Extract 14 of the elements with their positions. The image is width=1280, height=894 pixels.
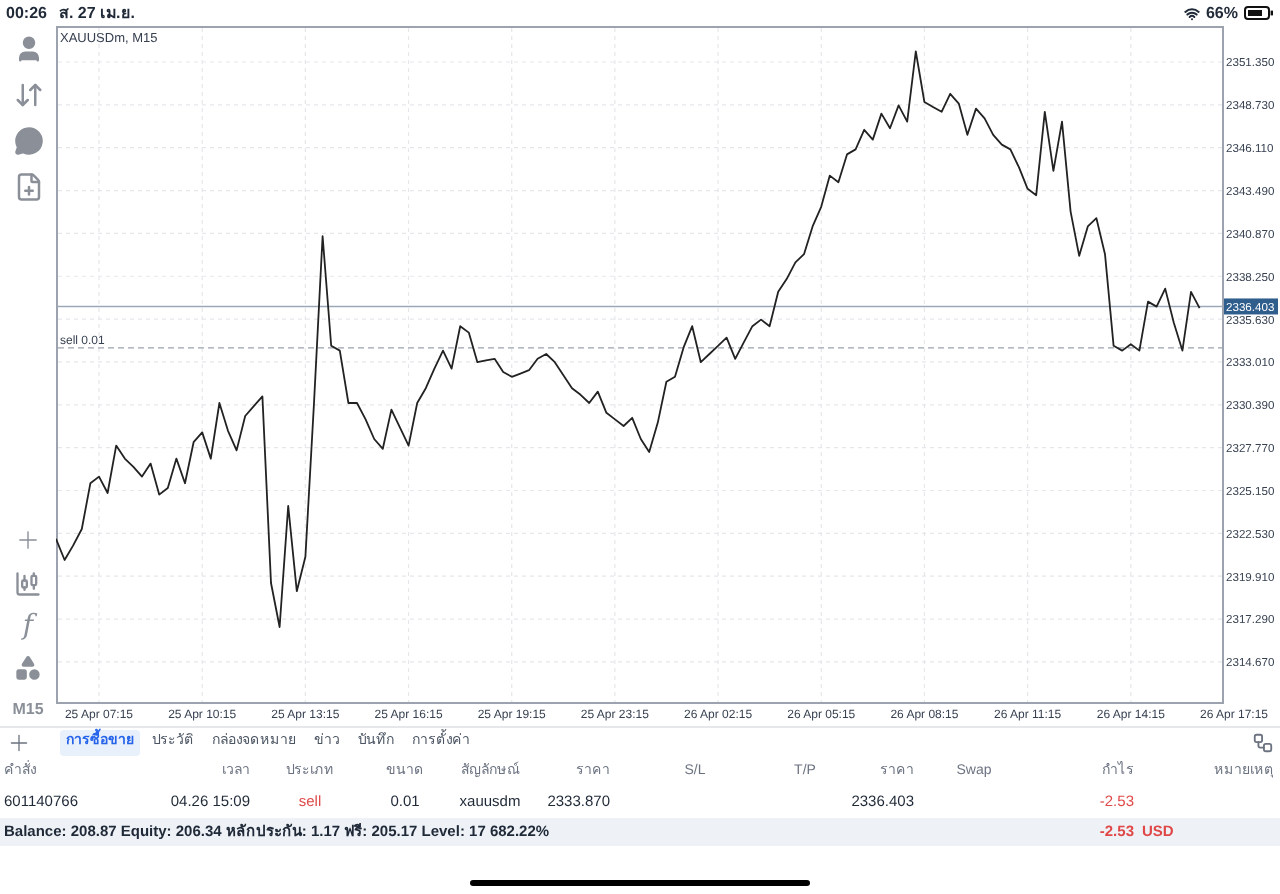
objects-icon[interactable] — [14, 654, 42, 682]
add-icon[interactable] — [6, 730, 32, 756]
status-time: 00:26 — [6, 1, 47, 25]
battery-percent: 66% — [1205, 1, 1238, 25]
candlestick-icon[interactable] — [14, 570, 42, 598]
crosshair-icon[interactable] — [14, 526, 42, 554]
trade-icon[interactable] — [13, 80, 43, 110]
layout-icon[interactable] — [1252, 732, 1274, 754]
account-icon[interactable] — [13, 34, 43, 64]
battery-icon — [1244, 6, 1274, 20]
new-order-icon[interactable] — [13, 172, 43, 202]
wifi-icon — [1183, 5, 1200, 21]
status-date: ส. 27 เม.ย. — [58, 1, 135, 25]
chat-icon[interactable] — [13, 126, 43, 156]
